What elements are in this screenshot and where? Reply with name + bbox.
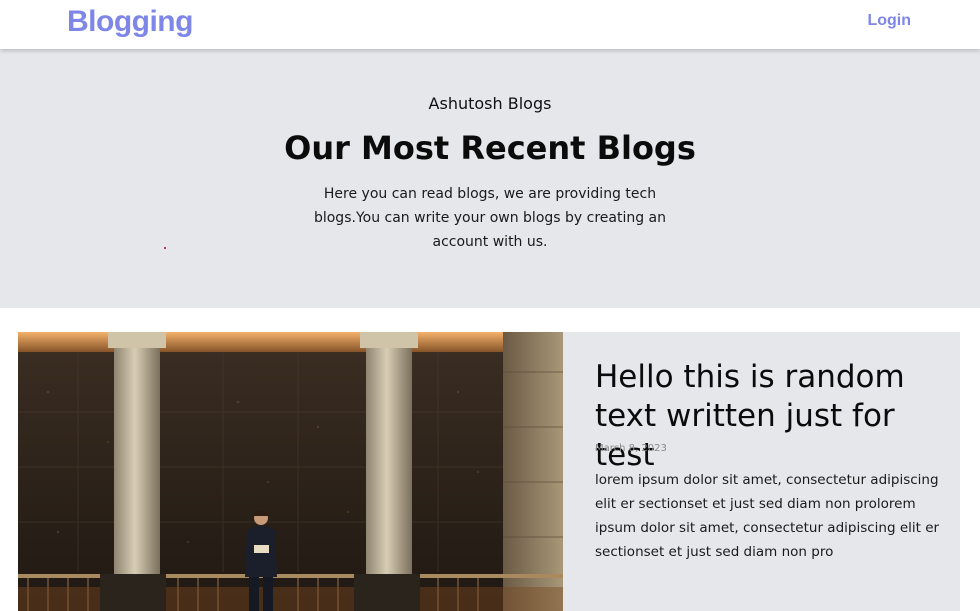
decorative-dot [164,247,166,249]
blog-post-photo [18,332,563,611]
page-title: Our Most Recent Blogs [284,129,696,167]
hero-section: Ashutosh Blogs Our Most Recent Blogs Her… [0,49,980,308]
navbar: Blogging Login [0,0,980,49]
blog-post-image[interactable] [18,332,563,611]
brand-logo[interactable]: Blogging [67,2,193,42]
blog-post-excerpt: lorem ipsum dolor sit amet, consectetur … [595,472,940,560]
hero-description: Here you can read blogs, we are providin… [313,186,667,250]
blog-post-title[interactable]: Hello this is random text written just f… [595,358,955,475]
hero-eyebrow: Ashutosh Blogs [428,94,552,113]
login-link[interactable]: Login [867,10,911,32]
blog-post-card: Hello this is random text written just f… [563,332,960,611]
blog-post-date: March 8, 2023 [595,443,667,454]
